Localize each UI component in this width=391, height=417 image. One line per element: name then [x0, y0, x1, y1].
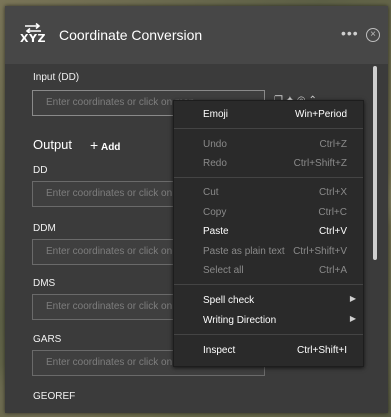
menu-item-paste[interactable]: Paste Ctrl+V — [174, 221, 363, 241]
menu-item-inspect[interactable]: Inspect Ctrl+Shift+I — [174, 340, 363, 360]
menu-item-label: Redo — [203, 158, 227, 169]
menu-item-shortcut: Ctrl+Shift+Z — [293, 158, 347, 169]
menu-item-shortcut: Win+Period — [295, 109, 347, 120]
output-label-ddm: DDM — [33, 223, 56, 234]
menu-item-label: Cut — [203, 187, 219, 198]
more-options-icon[interactable]: ••• — [341, 25, 359, 41]
menu-item-shortcut: Ctrl+Shift+V — [293, 246, 347, 257]
scrollbar[interactable] — [373, 66, 377, 260]
menu-item-label: Writing Direction — [203, 315, 277, 326]
menu-separator — [174, 128, 363, 129]
menu-item-emoji[interactable]: Emoji Win+Period — [174, 104, 363, 124]
menu-item-writing-direction[interactable]: Writing Direction ▶ — [174, 310, 363, 330]
menu-item-shortcut: Ctrl+X — [318, 187, 347, 198]
submenu-arrow-icon: ▶ — [349, 294, 356, 303]
menu-item-label: Spell check — [203, 295, 255, 306]
menu-item-label: Paste as plain text — [203, 246, 285, 257]
menu-separator — [174, 284, 363, 285]
menu-item-label: Paste — [203, 226, 229, 237]
menu-item-shortcut: Ctrl+V — [318, 226, 347, 237]
menu-item-copy[interactable]: Copy Ctrl+C — [174, 202, 363, 222]
add-output-label: Add — [100, 142, 121, 153]
output-title: Output — [33, 137, 73, 152]
menu-item-label: Select all — [203, 265, 244, 276]
menu-item-shortcut: Ctrl+Z — [319, 139, 348, 150]
submenu-arrow-icon: ▶ — [349, 314, 356, 323]
menu-item-spell-check[interactable]: Spell check ▶ — [174, 290, 363, 310]
input-label: Input (DD) — [33, 72, 80, 83]
menu-item-paste-plain[interactable]: Paste as plain text Ctrl+Shift+V — [174, 241, 363, 261]
menu-item-select-all[interactable]: Select all Ctrl+A — [174, 260, 363, 280]
menu-item-shortcut: Ctrl+C — [318, 207, 347, 218]
widget-title: Coordinate Conversion — [59, 27, 203, 43]
output-label-gars: GARS — [33, 334, 62, 345]
widget-header: XYZ Coordinate Conversion ••• × — [5, 6, 388, 64]
output-label-dd: DD — [33, 165, 48, 176]
menu-item-shortcut: Ctrl+A — [318, 265, 347, 276]
output-label-georef: GEOREF — [33, 391, 76, 402]
output-label-dms: DMS — [33, 278, 56, 289]
menu-item-label: Emoji — [203, 109, 229, 120]
coordinate-conversion-logo: XYZ — [20, 23, 46, 47]
logo-text: XYZ — [20, 32, 46, 45]
menu-item-undo[interactable]: Undo Ctrl+Z — [174, 134, 363, 154]
add-output-button[interactable]: + Add — [90, 137, 120, 153]
plus-icon: + — [90, 137, 99, 153]
menu-item-shortcut: Ctrl+Shift+I — [296, 345, 347, 356]
menu-separator — [174, 334, 363, 335]
menu-item-cut[interactable]: Cut Ctrl+X — [174, 182, 363, 202]
menu-item-redo[interactable]: Redo Ctrl+Shift+Z — [174, 153, 363, 173]
menu-item-label: Inspect — [203, 345, 236, 356]
menu-item-label: Undo — [203, 139, 227, 150]
menu-separator — [174, 177, 363, 178]
menu-item-label: Copy — [203, 207, 227, 218]
close-icon[interactable]: × — [366, 28, 380, 42]
context-menu: Emoji Win+Period Undo Ctrl+Z Redo Ctrl+S… — [173, 100, 364, 367]
